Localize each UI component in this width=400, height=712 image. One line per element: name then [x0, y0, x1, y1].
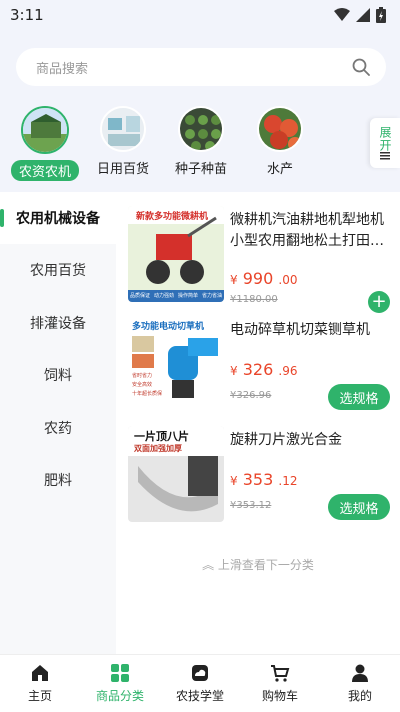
sidebar-item-label: 农用百货	[30, 263, 86, 279]
sidebar-item-irrigation[interactable]: 排灌设备	[0, 297, 116, 349]
signal-icon	[356, 8, 370, 22]
thumb-tags: 品质保证 动力强劲 操作简单 省力省油	[128, 292, 224, 299]
category-item-agri-machinery[interactable]: 农资农机	[8, 106, 82, 181]
price-symbol: ¥	[230, 474, 238, 488]
scroll-hint: ︽ 上滑查看下一分类	[116, 556, 400, 573]
category-image-agri-machinery	[21, 106, 69, 154]
search-icon[interactable]	[352, 58, 370, 76]
product-thumbnail: 多功能电动切草机 省时省力 安全高效 十年超长质保	[128, 316, 224, 412]
tab-academy[interactable]: 农技学堂	[160, 655, 240, 712]
status-time: 3:11	[10, 6, 44, 24]
select-spec-button[interactable]: 选规格	[328, 384, 390, 410]
price-symbol: ¥	[230, 364, 238, 378]
thumb-tag: 十年超长质保	[132, 391, 163, 397]
product-price: ¥ 353 .12	[230, 470, 297, 489]
category-label: 水产	[266, 162, 293, 177]
price-symbol: ¥	[230, 273, 238, 287]
user-icon	[352, 664, 368, 682]
sidebar-item-label: 排灌设备	[30, 316, 86, 332]
thumb-caption: 新款多功能微耕机	[136, 212, 209, 222]
price-decimal: .00	[278, 273, 298, 287]
product-price: ¥ 990 .00	[230, 269, 297, 288]
bottom-tab-bar: 主页 商品分类 农技学堂 购物车 我的	[0, 654, 400, 712]
list-icon	[380, 152, 390, 160]
thumb-caption: 多功能电动切草机	[132, 322, 205, 332]
product-title: 电动碎草机切菜铡草机	[230, 322, 370, 338]
product-thumbnail: 新款多功能微耕机 品质保证 动力强劲 操作简单 省力省油	[128, 206, 224, 302]
thumb-tag: 省时省力	[132, 373, 153, 379]
sidebar-item-agri-goods[interactable]: 农用百货	[0, 244, 116, 296]
tab-label: 商品分类	[95, 689, 144, 703]
sidebar: 农用机械设备 农用百货 排灌设备 饲料 农药 肥料	[0, 192, 116, 654]
sidebar-item-label: 肥料	[44, 473, 72, 489]
status-icons	[334, 7, 386, 23]
tab-categories[interactable]: 商品分类	[80, 655, 160, 712]
product-thumbnail: 一片顶八片 双面加强加厚	[128, 426, 224, 522]
battery-icon	[376, 7, 386, 23]
product-card[interactable]: 多功能电动切草机 省时省力 安全高效 十年超长质保 电动碎草机切菜铡草机 ¥ 3…	[128, 316, 394, 416]
search-input[interactable]: 商品搜索	[16, 48, 386, 86]
category-image-aquatic	[257, 106, 303, 152]
product-price: ¥ 326 .96	[230, 360, 297, 379]
sidebar-item-label: 农用机械设备	[16, 211, 100, 227]
thumb-tags: 省时省力 安全高效 十年超长质保	[132, 372, 162, 397]
chevron-up-icon: ︽	[202, 558, 215, 572]
category-image-seeds	[178, 106, 224, 152]
category-image-daily-goods	[100, 106, 146, 152]
price-integer: 990	[242, 269, 274, 288]
tab-home[interactable]: 主页	[0, 655, 80, 712]
sidebar-item-fertilizer[interactable]: 肥料	[0, 454, 116, 506]
product-card[interactable]: 一片顶八片 双面加强加厚 旋耕刀片激光合金 ¥ 353 .12 ¥353.12 …	[128, 426, 394, 526]
tab-label: 主页	[27, 689, 52, 703]
thumb-tag: 品质保证	[129, 293, 150, 299]
price-integer: 326	[242, 360, 274, 379]
search-placeholder: 商品搜索	[36, 61, 89, 77]
sidebar-item-label: 农药	[44, 421, 72, 437]
sidebar-item-feed[interactable]: 饲料	[0, 349, 116, 401]
sidebar-item-label: 饲料	[44, 368, 72, 384]
original-price: ¥326.96	[230, 390, 272, 401]
tab-label: 购物车	[261, 689, 298, 703]
product-card[interactable]: 新款多功能微耕机 品质保证 动力强劲 操作简单 省力省油 微耕机汽油耕地机犁地机…	[128, 206, 394, 313]
product-title: 微耕机汽油耕地机犁地机小型农用翻地松土打田…	[230, 212, 384, 249]
cloud-icon	[192, 665, 208, 681]
thumb-tag: 动力强劲	[153, 293, 174, 299]
tab-cart[interactable]: 购物车	[240, 655, 320, 712]
thumb-subcaption: 双面加强加厚	[134, 444, 182, 453]
tab-label: 我的	[347, 689, 372, 703]
status-bar: 3:11	[0, 0, 400, 30]
price-integer: 353	[242, 470, 274, 489]
category-item-aquatic[interactable]: 水产	[243, 106, 317, 177]
cart-icon	[271, 665, 290, 682]
product-list: 新款多功能微耕机 品质保证 动力强劲 操作简单 省力省油 微耕机汽油耕地机犁地机…	[116, 192, 400, 654]
expand-label: 展开	[378, 126, 392, 152]
price-decimal: .12	[278, 474, 298, 488]
original-price: ¥353.12	[230, 500, 272, 511]
thumb-tag: 省力省油	[201, 293, 222, 299]
thumb-tag: 操作简单	[177, 293, 198, 299]
select-spec-button[interactable]: 选规格	[328, 494, 390, 520]
home-icon	[32, 665, 48, 681]
category-label: 种子种苗	[174, 162, 227, 177]
wifi-icon	[334, 8, 350, 21]
expand-categories-button[interactable]: 展开	[370, 118, 400, 168]
scroll-hint-text: 上滑查看下一分类	[217, 558, 314, 572]
category-label: 农资农机	[10, 160, 79, 181]
category-strip: 农资农机 日用百货 种子种苗 水产 展开	[0, 100, 400, 192]
product-title: 旋耕刀片激光合金	[230, 432, 342, 448]
category-item-daily-goods[interactable]: 日用百货	[86, 106, 160, 177]
price-decimal: .96	[278, 364, 298, 378]
thumb-tag: 安全高效	[132, 382, 153, 388]
grid-icon	[111, 664, 129, 682]
sidebar-item-agri-machinery[interactable]: 农用机械设备	[0, 192, 116, 244]
tab-mine[interactable]: 我的	[320, 655, 400, 712]
category-label: 日用百货	[96, 162, 149, 177]
tab-label: 农技学堂	[175, 689, 224, 703]
sidebar-item-pesticide[interactable]: 农药	[0, 402, 116, 454]
original-price: ¥1180.00	[230, 294, 278, 305]
category-item-seeds[interactable]: 种子种苗	[164, 106, 238, 177]
thumb-caption: 一片顶八片	[134, 430, 189, 443]
add-to-cart-button[interactable]: +	[368, 291, 390, 313]
